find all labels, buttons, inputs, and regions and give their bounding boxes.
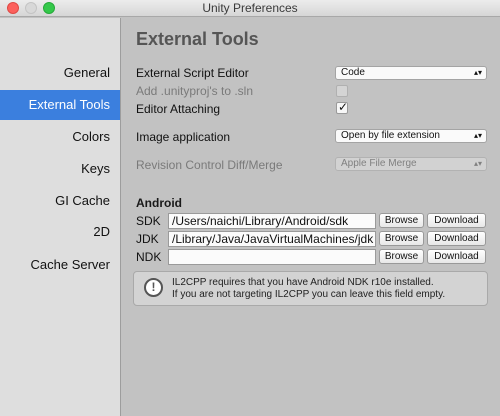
jdk-label: JDK [136, 232, 159, 246]
sidebar-item-external-tools[interactable]: External Tools [0, 90, 120, 120]
script-editor-label: External Script Editor [136, 66, 249, 80]
editor-attaching-checkbox[interactable]: ✓ [336, 100, 349, 114]
add-unityproj-label: Add .unityproj's to .sln [136, 84, 254, 98]
sdk-label: SDK [136, 214, 161, 228]
zoom-window-button[interactable] [43, 2, 55, 14]
revision-diff-value: Apple File Merge [341, 158, 417, 169]
sidebar-item-2d[interactable]: 2D [0, 217, 120, 247]
image-application-dropdown[interactable]: Open by file extension ▴▾ [335, 129, 487, 143]
jdk-download-button[interactable]: Download [427, 231, 486, 246]
revision-diff-label: Revision Control Diff/Merge [136, 158, 283, 172]
dropdown-arrows-icon: ▴▾ [473, 159, 482, 168]
preferences-window: Unity Preferences General External Tools… [0, 0, 500, 416]
sdk-path-input[interactable]: /Users/naichi/Library/Android/sdk [168, 213, 376, 229]
image-application-value: Open by file extension [341, 130, 440, 141]
dropdown-arrows-icon: ▴▾ [473, 68, 482, 77]
external-tools-panel: External Tools External Script Editor Co… [122, 18, 500, 416]
ndk-label: NDK [136, 250, 162, 264]
script-editor-value: Code [341, 67, 365, 78]
help-line-1: IL2CPP requires that you have Android ND… [172, 277, 434, 288]
android-section-label: Android [136, 196, 182, 210]
window-title: Unity Preferences [202, 1, 298, 15]
info-icon: ! [144, 278, 163, 297]
dropdown-arrows-icon: ▴▾ [473, 131, 482, 140]
title-bar: Unity Preferences [0, 0, 500, 17]
sidebar-item-gi-cache[interactable]: GI Cache [0, 186, 120, 216]
add-unityproj-checkbox [336, 85, 348, 97]
ndk-browse-button[interactable]: Browse [379, 249, 424, 264]
ndk-path-input[interactable] [168, 249, 376, 265]
close-window-button[interactable] [7, 2, 19, 14]
jdk-path-input[interactable]: /Library/Java/JavaVirtualMachines/jdk [168, 231, 376, 247]
minimize-window-button[interactable] [25, 2, 37, 14]
sdk-download-button[interactable]: Download [427, 213, 486, 228]
sidebar-item-colors[interactable]: Colors [0, 122, 120, 152]
revision-diff-dropdown: Apple File Merge ▴▾ [335, 157, 487, 171]
ndk-download-button[interactable]: Download [427, 249, 486, 264]
page-title: External Tools [136, 29, 259, 49]
script-editor-dropdown[interactable]: Code ▴▾ [335, 66, 487, 80]
editor-attaching-label: Editor Attaching [136, 102, 221, 116]
sidebar-item-general[interactable]: General [0, 58, 120, 88]
sidebar-item-keys[interactable]: Keys [0, 154, 120, 184]
help-line-2: If you are not targeting IL2CPP you can … [172, 289, 446, 300]
help-text: IL2CPP requires that you have Android ND… [172, 277, 445, 301]
image-application-label: Image application [136, 130, 231, 144]
sidebar-item-cache-server[interactable]: Cache Server [0, 250, 120, 280]
checkmark-icon: ✓ [338, 100, 349, 114]
il2cpp-help-box: ! IL2CPP requires that you have Android … [133, 271, 488, 306]
jdk-browse-button[interactable]: Browse [379, 231, 424, 246]
preferences-sidebar: General External Tools Colors Keys GI Ca… [0, 18, 121, 416]
sdk-browse-button[interactable]: Browse [379, 213, 424, 228]
